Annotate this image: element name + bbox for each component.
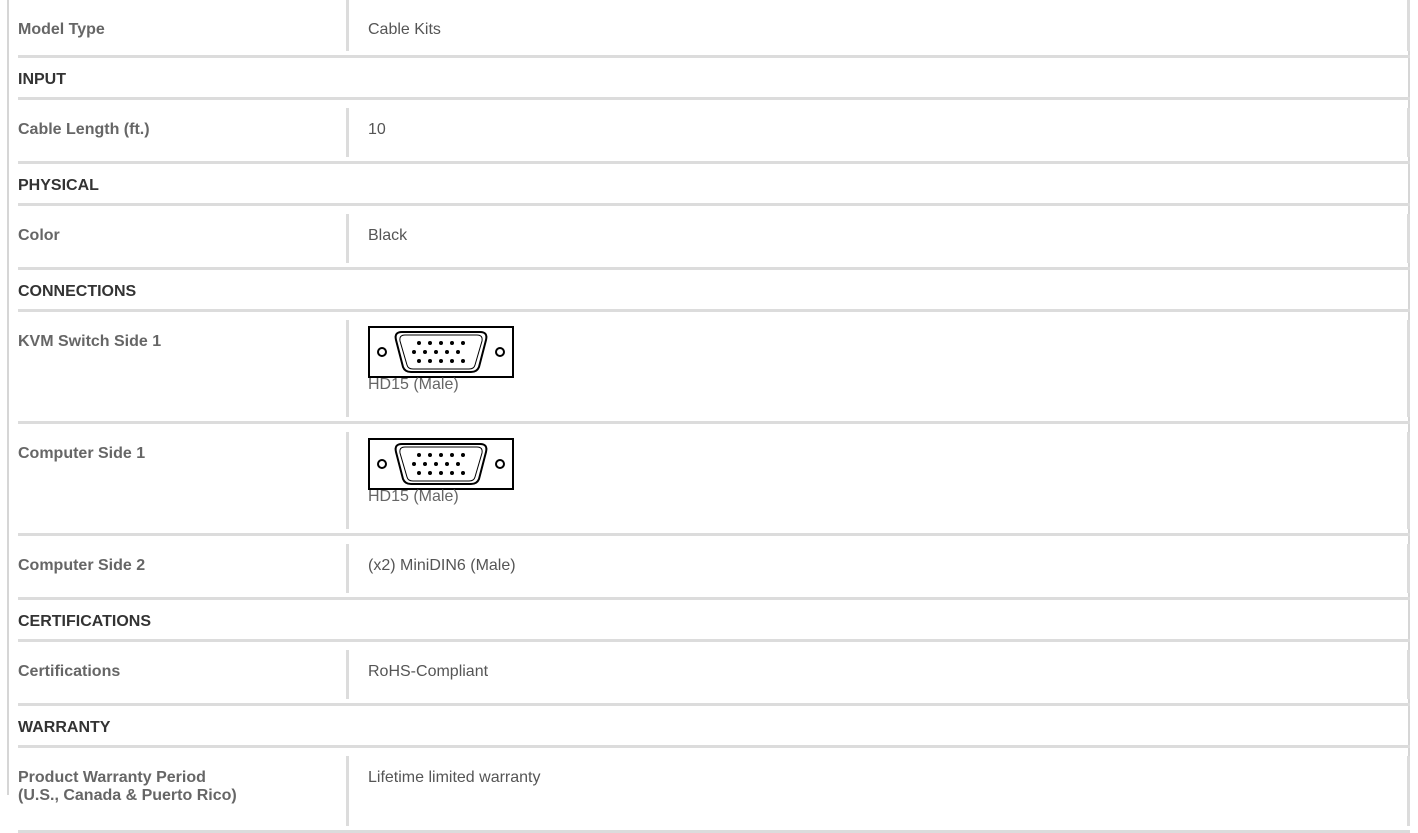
spec-label: Model Type [18, 0, 349, 51]
section-header-connections: CONNECTIONS [18, 270, 1410, 312]
spec-label: Color [18, 214, 349, 263]
spec-row-color: Color Black [18, 206, 1410, 270]
specifications-table: Model Type Cable Kits INPUT Cable Length… [18, 0, 1410, 833]
section-header-physical: PHYSICAL [18, 164, 1410, 206]
section-title: CONNECTIONS [18, 283, 137, 300]
spec-label: Product Warranty Period (U.S., Canada & … [18, 756, 349, 826]
left-border [7, 0, 9, 795]
connector-caption: HD15 (Male) [368, 488, 459, 505]
connector-caption: HD15 (Male) [368, 376, 459, 393]
spec-row-computer-side-1: Computer Side 1 HD15 (Male) [18, 424, 1410, 536]
spec-sheet: Model Type Cable Kits INPUT Cable Length… [0, 0, 1418, 833]
hd15-connector-icon [368, 438, 514, 490]
spec-value: Black [349, 214, 1410, 263]
spec-row-warranty-period: Product Warranty Period (U.S., Canada & … [18, 748, 1410, 833]
section-header-certifications: CERTIFICATIONS [18, 600, 1410, 642]
spec-row-model-type: Model Type Cable Kits [18, 0, 1410, 58]
spec-row-computer-side-2: Computer Side 2 (x2) MiniDIN6 (Male) [18, 536, 1410, 600]
spec-label: Cable Length (ft.) [18, 108, 349, 157]
spec-value: Cable Kits [349, 0, 1410, 51]
spec-value: (x2) MiniDIN6 (Male) [349, 544, 1410, 593]
spec-value: RoHS-Compliant [349, 650, 1410, 699]
spec-label-line-2: (U.S., Canada & Puerto Rico) [18, 787, 237, 804]
section-title: PHYSICAL [18, 177, 99, 194]
hd15-connector-icon [368, 326, 514, 378]
spec-label: Computer Side 1 [18, 432, 349, 529]
spec-value: 10 [349, 108, 1410, 157]
section-title: WARRANTY [18, 719, 111, 736]
section-header-input: INPUT [18, 58, 1410, 100]
section-header-warranty: WARRANTY [18, 706, 1410, 748]
spec-label: Certifications [18, 650, 349, 699]
section-title: INPUT [18, 71, 66, 88]
spec-value: HD15 (Male) [349, 432, 1410, 529]
spec-label: KVM Switch Side 1 [18, 320, 349, 417]
section-title: CERTIFICATIONS [18, 613, 152, 630]
spec-value: Lifetime limited warranty [349, 756, 1410, 826]
spec-label-line-1: Product Warranty Period [18, 769, 206, 786]
spec-label: Computer Side 2 [18, 544, 349, 593]
spec-value: HD15 (Male) [349, 320, 1410, 417]
spec-row-kvm-switch-side-1: KVM Switch Side 1 HD15 (Male) [18, 312, 1410, 424]
spec-row-certifications: Certifications RoHS-Compliant [18, 642, 1410, 706]
spec-row-cable-length: Cable Length (ft.) 10 [18, 100, 1410, 164]
